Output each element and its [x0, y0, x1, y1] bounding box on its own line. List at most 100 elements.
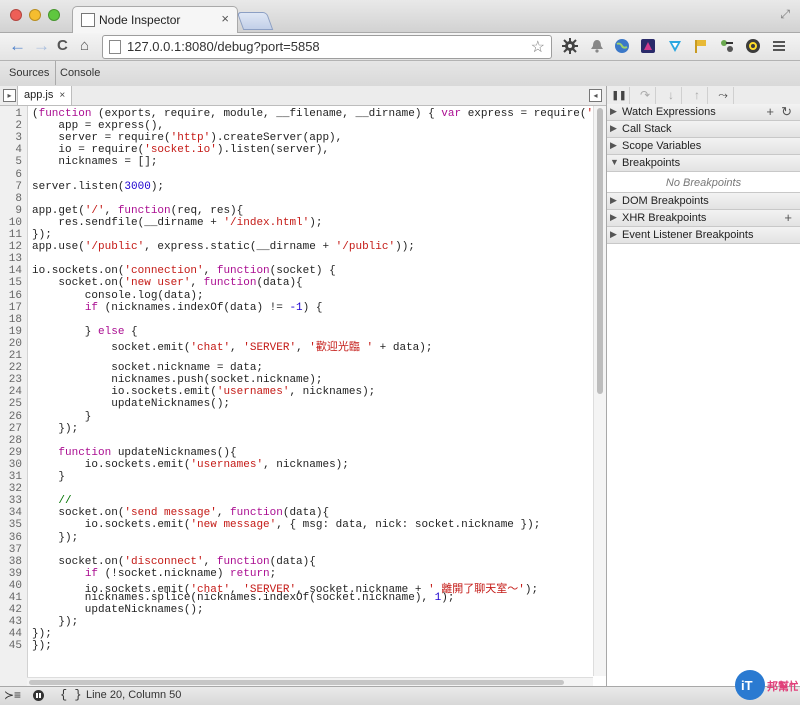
line-number[interactable]: 24: [9, 386, 22, 398]
code-line[interactable]: //: [32, 495, 71, 507]
line-number[interactable]: 23: [9, 374, 22, 386]
fullscreen-icon[interactable]: ⤢: [780, 7, 790, 22]
line-number[interactable]: 33: [9, 495, 22, 507]
code-line[interactable]: app.use('/public', express.static(__dirn…: [32, 241, 415, 253]
code-line[interactable]: io.sockets.emit('usernames', nicknames);: [32, 386, 375, 398]
line-number[interactable]: 27: [9, 423, 22, 435]
pretty-print-button[interactable]: { }: [60, 688, 82, 702]
code-line[interactable]: }: [32, 411, 92, 423]
line-number[interactable]: 6: [15, 169, 22, 181]
line-number[interactable]: 22: [9, 362, 22, 374]
step-over-button[interactable]: ↷: [635, 87, 656, 104]
line-number[interactable]: 45: [9, 640, 22, 652]
forward-button[interactable]: →: [33, 36, 50, 56]
code-line[interactable]: nicknames.splice(nicknames.indexOf(socke…: [32, 592, 455, 604]
settings-gear-icon[interactable]: [562, 38, 578, 54]
reload-button[interactable]: C: [57, 36, 68, 56]
minimize-window-icon[interactable]: [29, 9, 41, 21]
pane-breakpoints[interactable]: ▼ Breakpoints: [607, 155, 800, 172]
line-number[interactable]: 10: [9, 217, 22, 229]
code-line[interactable]: io.sockets.on('connection', function(soc…: [32, 265, 336, 277]
line-number[interactable]: 42: [9, 604, 22, 616]
line-number[interactable]: 17: [9, 302, 22, 314]
home-button[interactable]: ⌂: [80, 36, 89, 56]
code-line[interactable]: io.sockets.emit('new message', { msg: da…: [32, 519, 541, 531]
show-console-icon[interactable]: ≻≡: [4, 688, 21, 702]
line-number[interactable]: 18: [9, 314, 22, 326]
code-line[interactable]: });: [32, 628, 52, 640]
code-line[interactable]: nicknames = [];: [32, 156, 157, 168]
code-line[interactable]: });: [32, 640, 52, 652]
file-tab-close-icon[interactable]: ×: [59, 90, 65, 101]
show-navigator-icon[interactable]: ▸: [3, 89, 16, 102]
code-line[interactable]: socket.on('send message', function(data)…: [32, 507, 329, 519]
line-number[interactable]: 39: [9, 568, 22, 580]
line-number[interactable]: 11: [9, 229, 22, 241]
code-line[interactable]: }: [32, 471, 65, 483]
line-number[interactable]: 44: [9, 628, 22, 640]
pane-dom-breakpoints[interactable]: ▶ DOM Breakpoints: [607, 193, 800, 210]
deactivate-breakpoints-button[interactable]: ⤳: [713, 87, 734, 104]
line-number[interactable]: 29: [9, 447, 22, 459]
bell-icon[interactable]: [589, 38, 605, 54]
line-number[interactable]: 32: [9, 483, 22, 495]
code-line[interactable]: socket.emit('chat', 'SERVER', '歡迎光臨 ' + …: [32, 338, 432, 354]
line-number[interactable]: 4: [15, 144, 22, 156]
line-number-gutter[interactable]: 1 2 3 4 5 6 7 8 9 10 11 12 13 14 15 16 17 18 19 20 21 22 23 24 2…: [0, 106, 28, 686]
line-number[interactable]: 20: [9, 338, 22, 350]
pane-scope-variables[interactable]: ▶ Scope Variables: [607, 138, 800, 155]
translate-extension-icon[interactable]: [719, 38, 735, 54]
line-number[interactable]: 28: [9, 435, 22, 447]
add-watch-icon[interactable]: +: [766, 104, 774, 119]
line-number[interactable]: 13: [9, 253, 22, 265]
code-line[interactable]: nicknames.push(socket.nickname);: [32, 374, 322, 386]
refresh-watch-icon[interactable]: ↻: [781, 104, 792, 120]
code-line[interactable]: function updateNicknames(){: [32, 447, 236, 459]
new-tab-button[interactable]: [236, 12, 274, 30]
close-window-icon[interactable]: [10, 9, 22, 21]
step-out-button[interactable]: ↑: [687, 87, 708, 104]
pause-on-exceptions-icon[interactable]: [33, 690, 44, 701]
code-line[interactable]: app.get('/', function(req, res){: [32, 205, 243, 217]
code-line[interactable]: app = express(),: [32, 120, 164, 132]
url-text[interactable]: 127.0.0.1:8080/debug?port=5858: [127, 39, 320, 54]
line-number[interactable]: 12: [9, 241, 22, 253]
code-line[interactable]: });: [32, 616, 78, 628]
code-line[interactable]: } else {: [32, 326, 138, 338]
editor-vertical-scrollbar[interactable]: [593, 106, 606, 676]
line-number[interactable]: 36: [9, 532, 22, 544]
globe-extension-icon[interactable]: [614, 38, 630, 54]
tab-console[interactable]: Console: [60, 67, 100, 79]
line-number[interactable]: 21: [9, 350, 22, 362]
line-number[interactable]: 3: [15, 132, 22, 144]
line-number[interactable]: 15: [9, 277, 22, 289]
code-line[interactable]: socket.nickname = data;: [32, 362, 263, 374]
code-line[interactable]: io = require('socket.io').listen(server)…: [32, 144, 329, 156]
code-line[interactable]: io.sockets.emit('usernames', nicknames);: [32, 459, 349, 471]
line-number[interactable]: 30: [9, 459, 22, 471]
tab-sources[interactable]: Sources: [0, 61, 57, 85]
flag-extension-icon[interactable]: [693, 38, 709, 54]
code-line[interactable]: res.sendfile(__dirname + '/index.html');: [32, 217, 322, 229]
line-number[interactable]: 14: [9, 265, 22, 277]
line-number[interactable]: 41: [9, 592, 22, 604]
line-number[interactable]: 1: [15, 108, 22, 120]
code-line[interactable]: socket.on('new user', function(data){: [32, 277, 302, 289]
at-symbol-extension-icon[interactable]: [745, 38, 761, 54]
pane-xhr-breakpoints[interactable]: ▶ XHR Breakpoints +: [607, 210, 800, 227]
code-line[interactable]: console.log(data);: [32, 290, 204, 302]
code-line[interactable]: });: [32, 532, 78, 544]
add-xhr-breakpoint-icon[interactable]: +: [784, 210, 792, 225]
code-line[interactable]: });: [32, 423, 78, 435]
line-number[interactable]: 35: [9, 519, 22, 531]
line-number[interactable]: 26: [9, 411, 22, 423]
line-number[interactable]: 34: [9, 507, 22, 519]
zoom-window-icon[interactable]: [48, 9, 60, 21]
line-number[interactable]: 43: [9, 616, 22, 628]
code-line[interactable]: server = require('http').createServer(ap…: [32, 132, 342, 144]
line-number[interactable]: 19: [9, 326, 22, 338]
line-number[interactable]: 25: [9, 398, 22, 410]
line-number[interactable]: 31: [9, 471, 22, 483]
line-number[interactable]: 9: [15, 205, 22, 217]
code-line[interactable]: });: [32, 229, 52, 241]
